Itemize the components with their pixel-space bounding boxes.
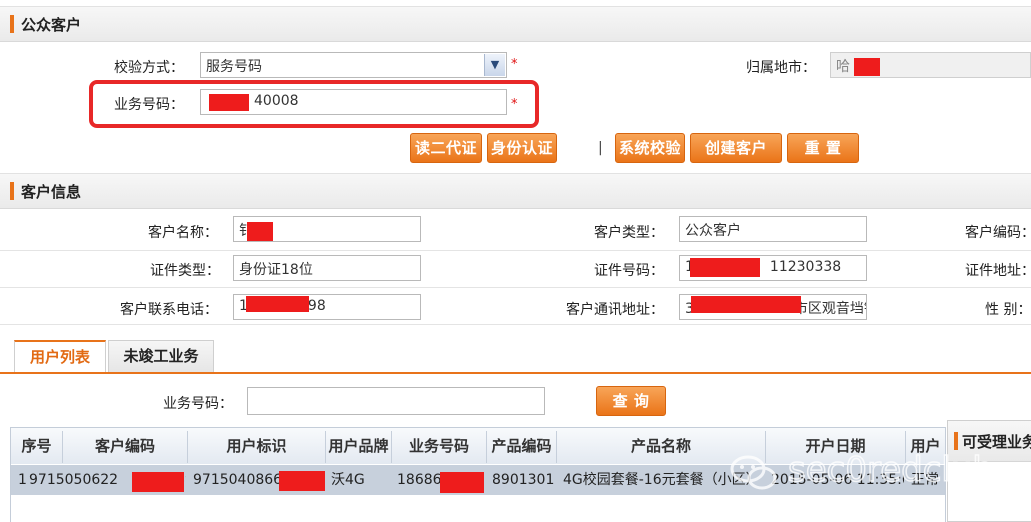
customer-type-field[interactable]: 公众客户: [679, 216, 867, 242]
id-auth-button[interactable]: 身份认证: [487, 133, 557, 163]
button-separator: |: [598, 140, 603, 156]
redaction-block: [440, 472, 484, 493]
chevron-down-icon[interactable]: ▼: [484, 54, 505, 76]
tab-user-list[interactable]: 用户列表: [14, 340, 106, 372]
query-button[interactable]: 查 询: [596, 386, 666, 416]
row-divider: [0, 287, 1031, 288]
system-verify-button[interactable]: 系统校验: [615, 133, 685, 163]
region-value: 哈: [836, 59, 850, 75]
row-divider: [0, 324, 1031, 325]
contact-phone-suffix: 98: [307, 298, 326, 314]
watermark-text: sec0redclub: [787, 449, 994, 491]
redaction-block: [854, 58, 880, 76]
customer-type-value: 公众客户: [685, 223, 741, 239]
redaction-block: [246, 296, 309, 312]
redaction-block: [690, 258, 760, 277]
section-title-customer-info: 客户信息: [21, 183, 82, 201]
search-service-number-label: 业务号码：: [163, 396, 233, 412]
cert-type-field[interactable]: 身份证18位: [233, 255, 421, 281]
contact-address-suffix: 市区观音垱镇: [793, 301, 866, 317]
gender-label: 性 别：: [985, 302, 1031, 318]
section-title-public-customer: 公众客户: [21, 16, 82, 34]
contact-phone-label: 客户联系电话：: [120, 302, 218, 318]
highlight-annotation: [89, 80, 539, 128]
cert-address-label: 证件地址：: [965, 263, 1031, 279]
tab-uncompleted-business[interactable]: 未竣工业务: [108, 340, 214, 372]
section-accent: [10, 15, 14, 33]
wechat-icon: [730, 455, 777, 490]
read-id-card-button[interactable]: 读二代证: [410, 133, 482, 163]
col-user-brand[interactable]: 用户品牌: [326, 431, 392, 463]
tab-underline: [0, 372, 1031, 374]
section-accent: [10, 182, 14, 200]
watermark: sec0redclub: [730, 448, 1030, 496]
redaction-block: [691, 296, 801, 313]
customer-info-header: 客户信息: [0, 173, 1031, 209]
cert-type-label: 证件类型：: [150, 263, 220, 279]
customer-type-label: 客户类型：: [594, 225, 664, 241]
verify-method-label: 校验方式：: [114, 60, 184, 76]
redaction-block: [247, 222, 273, 241]
public-customer-header: 公众客户: [0, 6, 1031, 42]
reset-button[interactable]: 重 置: [787, 133, 859, 163]
col-index[interactable]: 序号: [11, 431, 63, 463]
cert-number-label: 证件号码：: [594, 263, 664, 279]
cell-product-code: 89013012: [492, 472, 555, 488]
cell-user-brand: 沃4G: [331, 472, 365, 488]
required-mark: *: [511, 57, 518, 72]
col-service-number[interactable]: 业务号码: [392, 431, 487, 463]
col-customer-code[interactable]: 客户编码: [63, 431, 188, 463]
customer-code-label: 客户编码：: [965, 225, 1031, 241]
redaction-block: [132, 472, 184, 492]
customer-name-label: 客户名称：: [148, 225, 218, 241]
row-divider: [0, 250, 1031, 251]
verify-method-value: 服务号码: [206, 59, 262, 75]
cell-customer-code-value: 9715050622: [29, 472, 119, 488]
col-user-id[interactable]: 用户标识: [188, 431, 326, 463]
search-service-number-input[interactable]: [247, 387, 545, 415]
redaction-block: [279, 471, 325, 491]
col-product-code[interactable]: 产品编码: [487, 431, 557, 463]
verify-method-select[interactable]: 服务号码 ▼: [200, 52, 507, 78]
create-customer-button[interactable]: 创建客户: [690, 133, 782, 163]
region-label: 归属地市：: [746, 60, 816, 76]
cert-type-value: 身份证18位: [239, 262, 313, 278]
cert-number-suffix: 11230338: [769, 259, 842, 275]
contact-address-label: 客户通讯地址：: [566, 302, 664, 318]
